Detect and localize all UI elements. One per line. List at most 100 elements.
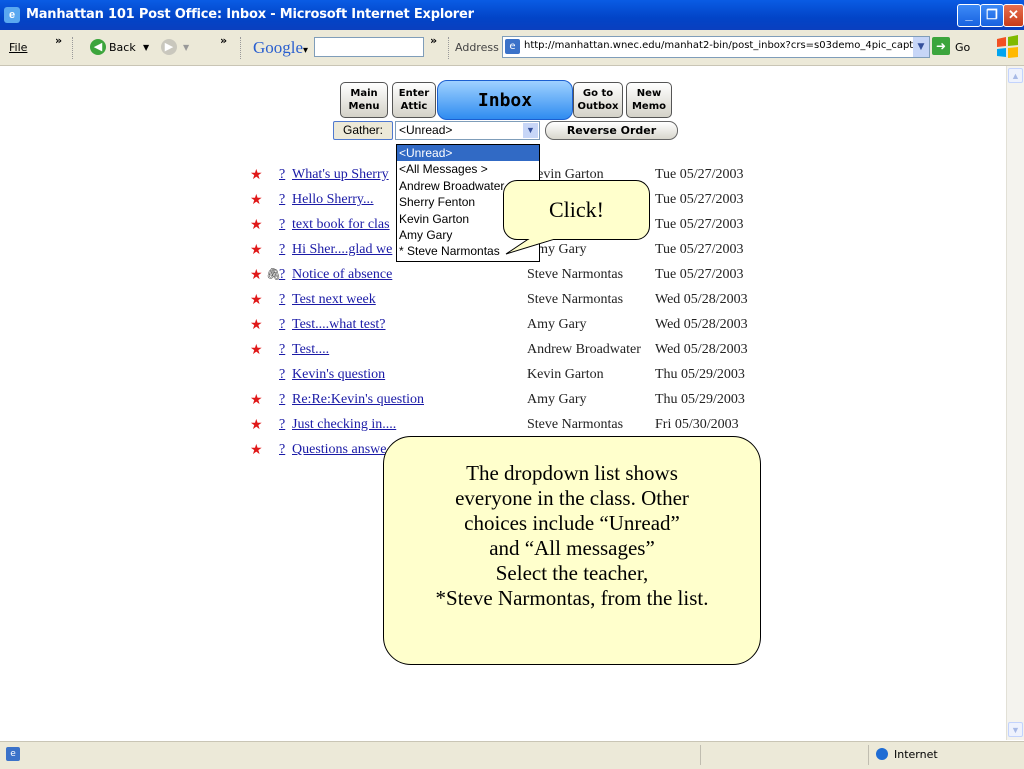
message-date: Thu 05/29/2003 (655, 367, 745, 382)
message-date: Tue 05/27/2003 (655, 192, 744, 207)
question-link[interactable]: ? (279, 267, 285, 283)
question-link[interactable]: ? (279, 417, 285, 433)
file-menu[interactable]: File (9, 41, 27, 54)
message-subject-link[interactable]: Hi Sher....glad we (292, 242, 392, 258)
unread-star-icon: ★ (250, 293, 263, 308)
message-row[interactable]: ★ ? Test....what test? Amy Gary Wed 05/2… (248, 317, 768, 341)
message-subject-link[interactable]: Re:Re:Kevin's question (292, 392, 424, 408)
unread-star-icon: ★ (250, 393, 263, 408)
unread-star-icon: ★ (250, 193, 263, 208)
question-link[interactable]: ? (279, 442, 285, 458)
window-title: Manhattan 101 Post Office: Inbox - Micro… (26, 7, 474, 22)
address-url[interactable]: http://manhattan.wnec.edu/manhat2-bin/po… (524, 40, 922, 51)
question-link[interactable]: ? (279, 292, 285, 308)
question-link[interactable]: ? (279, 367, 285, 383)
explanation-line: *Steve Narmontas, from the list. (435, 586, 709, 610)
scroll-down-icon[interactable]: ▼ (1008, 722, 1023, 737)
message-subject-link[interactable]: Test....what test? (292, 317, 386, 333)
message-date: Wed 05/28/2003 (655, 317, 748, 332)
reverse-order-button[interactable]: Reverse Order (545, 121, 678, 140)
message-subject-link[interactable]: Questions answe (292, 442, 387, 458)
vertical-scrollbar[interactable]: ▲ ▼ (1006, 66, 1024, 740)
message-date: Tue 05/27/2003 (655, 242, 744, 257)
message-row[interactable]: ★ ? Test.... Andrew Broadwater Wed 05/28… (248, 342, 768, 366)
message-sender: Andrew Broadwater (527, 342, 641, 357)
message-subject-link[interactable]: Just checking in.... (292, 417, 396, 433)
message-subject-link[interactable]: Kevin's question (292, 367, 385, 383)
restore-button[interactable]: ❐ (980, 4, 1004, 27)
explanation-line: and “All messages” (489, 536, 655, 560)
message-row[interactable]: ★ ? Re:Re:Kevin's question Amy Gary Thu … (248, 392, 768, 416)
message-subject-link[interactable]: Hello Sherry... (292, 192, 374, 208)
click-callout: Click! (503, 180, 650, 240)
toolbar-separator (72, 37, 75, 59)
message-subject-link[interactable]: text book for clas (292, 217, 390, 233)
select-dropdown-icon[interactable]: ▼ (523, 123, 538, 138)
unread-star-icon: ★ (250, 218, 263, 233)
forward-arrow-icon[interactable]: ▶ (161, 39, 177, 55)
menu-chevron-icon[interactable]: » (55, 34, 62, 47)
message-row[interactable]: ★ 🖇 ? Notice of absence Steve Narmontas … (248, 267, 768, 291)
message-subject-link[interactable]: Test next week (292, 292, 376, 308)
toolbar-chevron-icon[interactable]: » (220, 34, 227, 47)
gather-button[interactable]: Gather: (333, 121, 393, 140)
security-zone: Internet (894, 748, 938, 761)
address-bar[interactable]: e http://manhattan.wnec.edu/manhat2-bin/… (502, 36, 930, 58)
message-subject-link[interactable]: Notice of absence (292, 267, 392, 283)
google-search-input[interactable] (314, 37, 424, 57)
close-button[interactable]: ✕ (1003, 4, 1024, 27)
back-arrow-icon[interactable]: ◀ (90, 39, 106, 55)
dropdown-option-steve-narmontas[interactable]: * Steve Narmontas (397, 243, 539, 259)
main-menu-button[interactable]: Main Menu (340, 82, 388, 118)
back-dropdown-icon[interactable]: ▼ (143, 43, 149, 52)
dropdown-option-unread[interactable]: <Unread> (397, 145, 539, 162)
message-row[interactable]: ★ ? Test next week Steve Narmontas Wed 0… (248, 292, 768, 316)
go-button[interactable]: Go (955, 41, 970, 54)
address-dropdown-icon[interactable]: ▼ (913, 37, 929, 57)
explanation-line: choices include “Unread” (464, 511, 680, 535)
go-arrow-icon[interactable]: ➜ (932, 37, 950, 55)
back-button[interactable]: Back (109, 41, 136, 54)
dropdown-option-all-messages[interactable]: <All Messages > (397, 161, 539, 177)
minimize-button[interactable]: _ (957, 4, 981, 27)
unread-star-icon: ★ (250, 168, 263, 183)
question-link[interactable]: ? (279, 192, 285, 208)
question-link[interactable]: ? (279, 342, 285, 358)
enter-attic-button[interactable]: Enter Attic (392, 82, 436, 118)
explanation-line: The dropdown list shows (466, 461, 678, 485)
toolbar-separator (240, 37, 243, 59)
message-date: Tue 05/27/2003 (655, 167, 744, 182)
message-subject-link[interactable]: What's up Sherry (292, 167, 389, 183)
message-sender: Steve Narmontas (527, 292, 624, 307)
unread-star-icon: ★ (250, 243, 263, 258)
unread-star-icon: ★ (250, 443, 263, 458)
go-to-outbox-button[interactable]: Go to Outbox (573, 82, 623, 118)
question-link[interactable]: ? (279, 217, 285, 233)
message-subject-link[interactable]: Test.... (292, 342, 329, 358)
question-link[interactable]: ? (279, 317, 285, 333)
scroll-up-icon[interactable]: ▲ (1008, 68, 1023, 83)
unread-star-icon: ★ (250, 268, 263, 283)
message-date: Fri 05/30/2003 (655, 417, 739, 432)
question-link[interactable]: ? (279, 167, 285, 183)
gather-select[interactable]: <Unread> ▼ (395, 121, 540, 140)
message-date: Thu 05/29/2003 (655, 392, 745, 407)
unread-star-icon: ★ (250, 318, 263, 333)
message-date: Wed 05/28/2003 (655, 342, 748, 357)
new-memo-button[interactable]: New Memo (626, 82, 672, 118)
page-icon: e (505, 39, 520, 54)
forward-dropdown-icon[interactable]: ▼ (183, 43, 189, 52)
question-link[interactable]: ? (279, 392, 285, 408)
address-label: Address (455, 41, 499, 54)
message-date: Tue 05/27/2003 (655, 217, 744, 232)
google-chevron-icon[interactable]: » (430, 34, 437, 47)
inbox-button[interactable]: Inbox (437, 80, 573, 120)
question-link[interactable]: ? (279, 242, 285, 258)
google-logo[interactable]: Google▾ (253, 38, 308, 58)
message-sender: Steve Narmontas (527, 417, 624, 432)
title-bar: e Manhattan 101 Post Office: Inbox - Mic… (0, 0, 1024, 30)
unread-star-icon: ★ (250, 418, 263, 433)
message-row[interactable]: ? Kevin's question Kevin Garton Thu 05/2… (248, 367, 768, 391)
message-date: Tue 05/27/2003 (655, 267, 744, 282)
message-sender: Kevin Garton (527, 367, 604, 382)
